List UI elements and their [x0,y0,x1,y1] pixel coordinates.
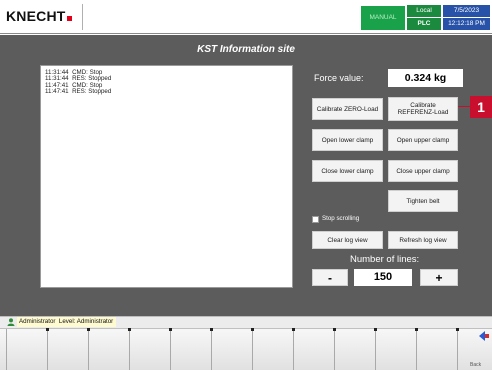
close-lower-clamp-button[interactable]: Close lower clamp [312,160,383,182]
user-level: Level: Administrator [58,318,114,325]
back-arrow-icon [479,331,489,341]
mode-indicator: MANUAL [361,6,405,30]
refresh-log-button[interactable]: Refresh log view [388,231,458,249]
stop-scrolling-checkbox[interactable] [312,216,319,223]
log-line: 11:47:41 RES: Stopped [45,88,112,96]
date-display: 7/5/2023 [443,5,490,17]
open-lower-clamp-button[interactable]: Open lower clamp [312,129,383,151]
page-title: KST Information site [197,44,295,55]
close-upper-clamp-button[interactable]: Close upper clamp [388,160,458,182]
fkey-7[interactable] [252,329,293,370]
decrease-lines-button[interactable]: - [312,269,348,286]
tighten-belt-button[interactable]: Tighten belt [388,190,458,212]
calibrate-referenz-button[interactable]: Calibrate REFERENZ-Load [388,97,458,121]
user-icon [7,318,15,326]
fkey-6[interactable] [211,329,252,370]
increase-lines-button[interactable]: + [420,269,458,286]
force-label: Force value: [314,73,364,83]
fkey-1[interactable] [5,329,46,370]
calibrate-referenz-label-2: REFERENZ-Load [397,109,449,116]
knecht-logo: KNECHT [6,8,72,24]
callout-line [458,106,470,107]
fkey-4[interactable] [129,329,170,370]
fkey-11[interactable] [416,329,457,370]
callout-marker: 1 [458,96,492,118]
calibrate-zero-button[interactable]: Calibrate ZERO-Load [312,98,383,120]
calibrate-referenz-label-1: Calibrate [410,102,436,109]
force-value-display: 0.324 kg [388,69,463,87]
control-indicator: PLC [407,18,441,30]
user-status: Administrator Level: Administrator [17,317,117,327]
back-label: Back [470,362,482,368]
fkey-5[interactable] [170,329,211,370]
location-indicator: Local [407,5,441,17]
number-of-lines-input[interactable]: 150 [354,269,412,286]
time-display: 12:12:18 PM [443,18,490,30]
header-divider [82,4,83,30]
callout-badge: 1 [470,96,492,118]
clear-log-button[interactable]: Clear log view [312,231,383,249]
fkey-10[interactable] [375,329,416,370]
stop-scrolling-label: Stop scrolling [322,215,360,222]
log-view[interactable]: 11:31:44 CMD: Stop 11:31:44 RES: Stopped… [40,65,293,288]
number-of-lines-label: Number of lines: [350,254,420,265]
open-upper-clamp-button[interactable]: Open upper clamp [388,129,458,151]
fkey-8[interactable] [293,329,334,370]
logo-accent-dot [66,16,72,21]
fkey-3[interactable] [88,329,129,370]
fkey-9[interactable] [334,329,375,370]
user-name: Administrator [19,318,56,325]
fkey-2[interactable] [47,329,88,370]
